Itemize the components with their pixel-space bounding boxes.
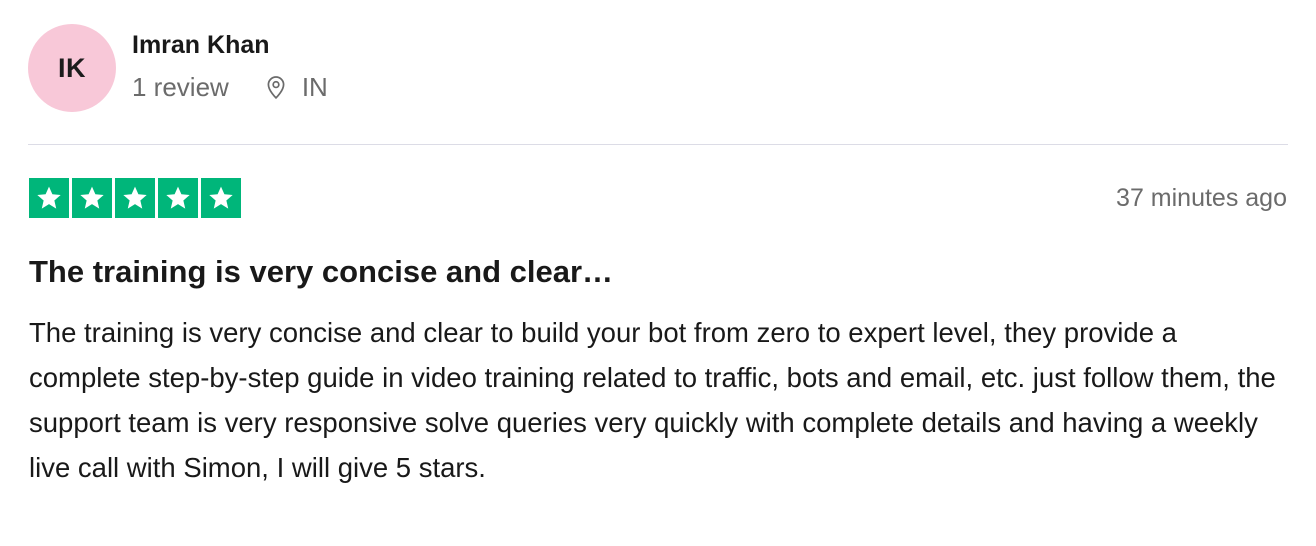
review-count: 1 review bbox=[132, 72, 229, 102]
divider bbox=[28, 144, 1288, 145]
review-card: IK Imran Khan 1 review IN 37 minutes ago… bbox=[0, 0, 1316, 546]
consumer-location: IN bbox=[263, 72, 328, 102]
review-title[interactable]: The training is very concise and clear… bbox=[29, 252, 613, 292]
star-rating bbox=[29, 178, 244, 218]
consumer-info: IK Imran Khan 1 review IN bbox=[28, 24, 328, 112]
star-icon bbox=[158, 178, 198, 218]
star-icon bbox=[29, 178, 69, 218]
star-icon bbox=[201, 178, 241, 218]
country-code: IN bbox=[301, 72, 328, 102]
location-pin-icon bbox=[267, 76, 285, 100]
consumer-details: Imran Khan 1 review IN bbox=[132, 24, 328, 102]
review-date: 37 minutes ago bbox=[1116, 184, 1287, 212]
star-icon bbox=[115, 178, 155, 218]
consumer-name[interactable]: Imran Khan bbox=[132, 30, 328, 60]
review-body: The training is very concise and clear t… bbox=[29, 317, 1276, 483]
avatar[interactable]: IK bbox=[28, 24, 116, 112]
star-icon bbox=[72, 178, 112, 218]
consumer-meta: 1 review IN bbox=[132, 72, 328, 102]
